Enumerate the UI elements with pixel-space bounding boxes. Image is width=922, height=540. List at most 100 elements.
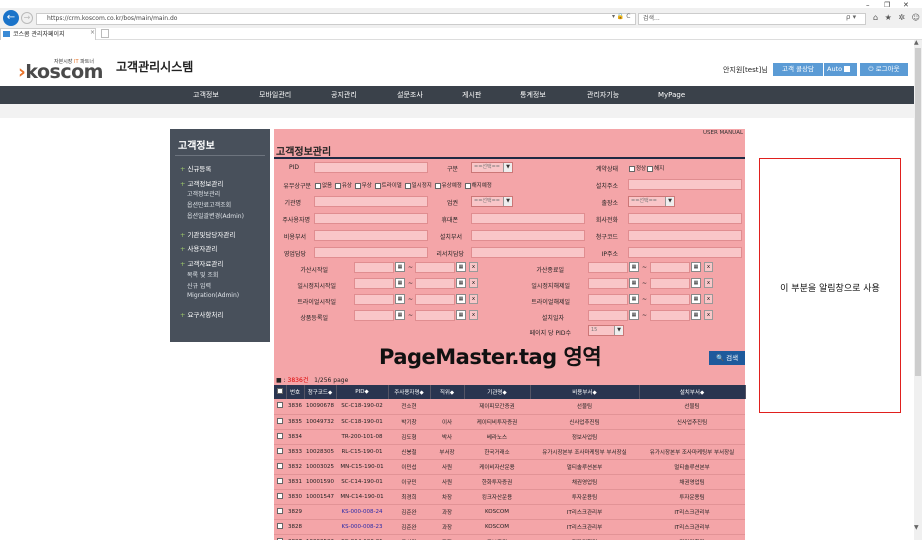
calendar-icon[interactable]: ▦: [395, 310, 405, 320]
svc-end-from[interactable]: [588, 262, 628, 273]
nav-item-survey[interactable]: 설문조사: [397, 86, 423, 104]
row-checkbox[interactable]: [274, 414, 286, 430]
col-org[interactable]: 기관명◆: [464, 385, 531, 399]
table-cell[interactable]: TR-200-101-08: [336, 429, 388, 445]
billing-code-input[interactable]: [628, 230, 742, 241]
install-addr-input[interactable]: [628, 179, 742, 190]
address-bar[interactable]: https://crm.koscom.co.kr/bos/main/main.d…: [36, 13, 636, 25]
auto-checkbox[interactable]: [844, 66, 851, 72]
table-cell[interactable]: SC-C18-190-01: [336, 414, 388, 430]
col-dept[interactable]: 비용부서◆: [530, 385, 640, 399]
row-checkbox[interactable]: [274, 474, 286, 490]
new-tab-button[interactable]: [101, 29, 109, 38]
clear-icon[interactable]: x: [704, 294, 713, 304]
nav-item-board[interactable]: 게시판: [462, 86, 481, 104]
search-button[interactable]: 🔍 검색: [709, 351, 745, 365]
calendar-icon[interactable]: ▦: [395, 278, 405, 288]
customer-call-button[interactable]: 고객 콜상담: [773, 63, 823, 76]
col-number[interactable]: 번호: [286, 385, 305, 399]
col-billing-code[interactable]: 청구코드◆: [304, 385, 337, 399]
table-row[interactable]: 382710090522SC-C14-190-01유서리과장교보증권전략기획팀전…: [274, 534, 745, 540]
sidebar-item-requests[interactable]: + 요구사항처리: [180, 309, 223, 319]
scroll-up-icon[interactable]: ▲: [914, 39, 919, 46]
col-pid[interactable]: PID◆: [336, 385, 389, 399]
koscom-logo[interactable]: ›koscom: [18, 61, 103, 83]
per-page-select[interactable]: 15 ▼: [588, 325, 624, 336]
pid-input[interactable]: [314, 162, 428, 173]
table-row[interactable]: 3832 10003025 MN-C15-190-01 이민섭 사원 케이비자산운용 멀티솔…: [274, 459, 745, 475]
calendar-icon[interactable]: ▦: [629, 310, 639, 320]
table-row[interactable]: 3829 KS-000-008-24 김준완 과장 KOSCOM IT리스크관리부 IT리스…: [274, 504, 745, 520]
contract-cancel-checkbox[interactable]: [647, 165, 654, 172]
clear-icon[interactable]: x: [469, 294, 478, 304]
table-row[interactable]: 3835 10049732 SC-C18-190-01 박기창 이사 케이티비투자증권 신사…: [274, 414, 745, 430]
paid-pause-checkbox[interactable]: [404, 182, 411, 189]
install-date-from[interactable]: [588, 310, 628, 321]
paid-planned-checkbox[interactable]: [434, 182, 441, 189]
col-owner[interactable]: 주사용자명◆: [388, 385, 431, 399]
row-checkbox[interactable]: [274, 519, 286, 535]
industry-select[interactable]: ==선택== ▼: [471, 196, 513, 207]
sidebar-sub-option-expiry[interactable]: 옵션만료고객조회: [187, 200, 231, 209]
mobile-input[interactable]: [471, 213, 585, 224]
row-checkbox[interactable]: [274, 429, 286, 445]
col-position[interactable]: 직위◆: [430, 385, 465, 399]
calendar-icon[interactable]: ▦: [691, 262, 701, 272]
clear-icon[interactable]: x: [704, 278, 713, 288]
gubun-select[interactable]: ==선택== ▼: [471, 162, 513, 173]
calendar-icon[interactable]: ▦: [691, 278, 701, 288]
contract-normal-checkbox[interactable]: [629, 165, 635, 172]
calendar-icon[interactable]: ▦: [629, 294, 639, 304]
table-cell[interactable]: RL-C15-190-01: [336, 444, 388, 460]
sidebar-item-user[interactable]: + 사용자관리: [180, 243, 217, 253]
risk-input[interactable]: [471, 247, 585, 258]
pause-start-from[interactable]: [354, 278, 394, 289]
table-cell[interactable]: SC-C14-190-01: [336, 534, 388, 540]
table-row[interactable]: 3830 10001547 MN-C14-190-01 최경희 차장 킹크자산운용 투자운용…: [274, 489, 745, 505]
scroll-down-icon[interactable]: ▼: [914, 524, 919, 531]
calendar-icon[interactable]: ▦: [691, 294, 701, 304]
clear-icon[interactable]: x: [469, 310, 478, 320]
sidebar-item-data[interactable]: + 고객자료관리: [180, 258, 223, 268]
pause-end-to[interactable]: [650, 278, 690, 289]
row-checkbox[interactable]: [274, 399, 286, 415]
nav-item-notice[interactable]: 공지관리: [331, 86, 357, 104]
owner-input[interactable]: [314, 213, 428, 224]
table-cell[interactable]: KS-000-008-23: [336, 519, 388, 535]
calendar-icon[interactable]: ▦: [629, 262, 639, 272]
calendar-icon[interactable]: ▦: [691, 310, 701, 320]
table-row[interactable]: 3831 10001590 SC-C14-190-01 이규민 사원 한화투자증권 채권영업…: [274, 474, 745, 490]
product-reg-from[interactable]: [354, 310, 394, 321]
browser-tab[interactable]: 코스콤 관리자페이지: [0, 28, 96, 40]
calendar-icon[interactable]: ▦: [456, 278, 466, 288]
install-dept-input[interactable]: [471, 230, 585, 241]
company-phone-input[interactable]: [628, 213, 742, 224]
col-install-dept[interactable]: 설치부서◆: [639, 385, 746, 399]
logout-button[interactable]: ⏻ 로그아웃: [860, 63, 908, 76]
home-star-gear-icons[interactable]: ⌂ ★ ✲ ☺: [873, 13, 922, 22]
pause-start-to[interactable]: [415, 278, 455, 289]
sidebar-sub-list[interactable]: 목록 및 조회: [187, 270, 218, 279]
install-date-to[interactable]: [650, 310, 690, 321]
search-icon[interactable]: ρ ▾: [846, 13, 856, 21]
back-arrow-icon[interactable]: ←: [3, 10, 19, 26]
table-row[interactable]: 3833 10028305 RL-C15-190-01 신봉철 부서장 한국거래소 유가시장…: [274, 444, 745, 460]
sidebar-sub-new-input[interactable]: 신규 입력: [187, 281, 211, 290]
lock-icon[interactable]: ▾ 🔒 C: [612, 13, 631, 20]
clear-icon[interactable]: x: [704, 262, 713, 272]
table-cell[interactable]: MN-C14-190-01: [336, 489, 388, 505]
table-row[interactable]: 3836 10090678 SC-C18-190-02 전소현 제이피모간증권 선물팀 선물…: [274, 399, 745, 415]
tab-close-icon[interactable]: ×: [90, 29, 95, 36]
calendar-icon[interactable]: ▦: [456, 310, 466, 320]
nav-item-stats[interactable]: 통계정보: [520, 86, 546, 104]
row-checkbox[interactable]: [274, 489, 286, 505]
table-cell[interactable]: SC-C14-190-01: [336, 474, 388, 490]
calendar-icon[interactable]: ▦: [456, 294, 466, 304]
user-manual-link[interactable]: USER MANUAL: [703, 130, 743, 136]
calendar-icon[interactable]: ▦: [456, 262, 466, 272]
calendar-icon[interactable]: ▦: [395, 294, 405, 304]
paid-trial-checkbox[interactable]: [374, 182, 381, 189]
sidebar-sub-migration[interactable]: Migration(Admin): [187, 292, 239, 299]
paid-free-checkbox[interactable]: [354, 182, 361, 189]
svc-start-from[interactable]: [354, 262, 394, 273]
